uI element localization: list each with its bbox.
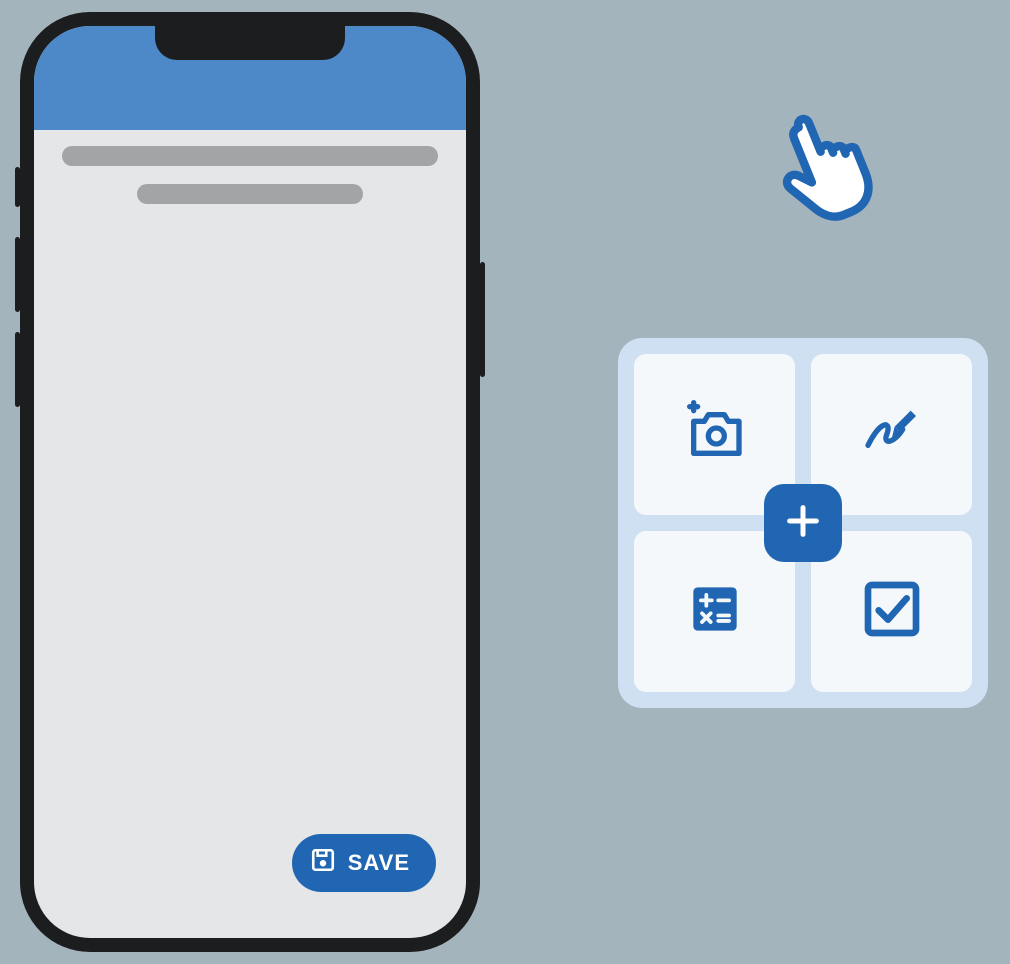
action-grid <box>618 338 988 708</box>
checkbox-icon <box>860 577 924 646</box>
hand-pointer-icon <box>760 90 900 230</box>
save-button[interactable]: SAVE <box>292 834 436 892</box>
phone-volume-down <box>15 332 20 407</box>
skeleton-line <box>137 184 363 204</box>
add-button[interactable] <box>764 484 842 562</box>
phone-screen: SAVE <box>34 26 466 938</box>
save-icon <box>310 847 336 879</box>
phone-frame: SAVE <box>20 12 480 952</box>
phone-mute-switch <box>15 167 20 207</box>
phone-notch <box>155 26 345 60</box>
add-photo-icon <box>683 400 747 469</box>
phone-volume-up <box>15 237 20 312</box>
save-button-label: SAVE <box>348 850 410 876</box>
skeleton-line <box>62 146 438 166</box>
phone-power-button <box>480 262 485 377</box>
calculator-icon <box>689 583 741 640</box>
signature-icon <box>860 400 924 469</box>
content-placeholder <box>62 146 438 222</box>
plus-icon <box>783 501 823 546</box>
